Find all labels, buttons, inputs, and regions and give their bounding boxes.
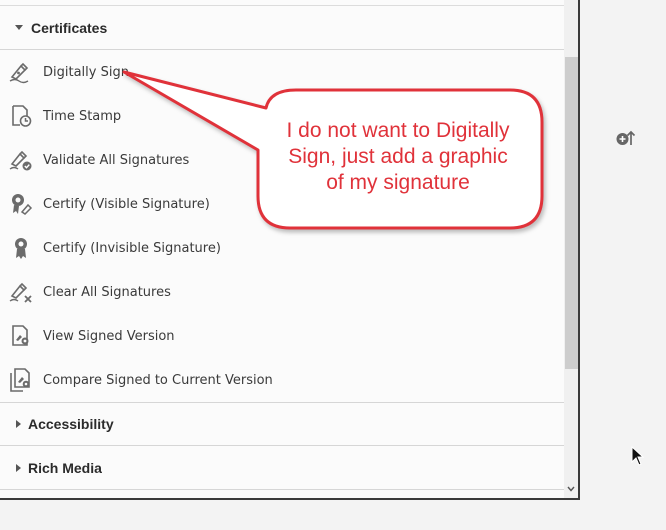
tool-view-signed-version[interactable]: View Signed Version (0, 314, 564, 358)
documents-compare-icon (8, 367, 34, 393)
callout-line: I do not want to Digitally (286, 119, 510, 142)
section-header-accessibility[interactable]: Accessibility (0, 402, 564, 446)
tool-label: Time Stamp (43, 108, 122, 124)
add-tool-icon[interactable] (615, 127, 637, 149)
callout-text: I do not want to Digitally Sign, just ad… (268, 118, 528, 196)
section-label-certificates: Certificates (31, 19, 108, 36)
vertical-scrollbar[interactable] (564, 0, 578, 498)
tool-label: Digitally Sign (43, 64, 129, 80)
caret-right-icon (16, 420, 21, 428)
scrollbar-thumb[interactable] (565, 57, 578, 369)
section-label-accessibility: Accessibility (28, 416, 114, 432)
tool-label: Compare Signed to Current Version (43, 372, 273, 388)
document-clock-icon (8, 103, 34, 129)
scroll-down-arrow-icon[interactable] (567, 485, 575, 493)
tool-label: Certify (Invisible Signature) (43, 240, 221, 256)
section-header-rich-media[interactable]: Rich Media (0, 446, 564, 490)
caret-right-icon (16, 463, 21, 472)
tool-compare-signed[interactable]: Compare Signed to Current Version (0, 358, 564, 402)
pen-sign-icon (8, 59, 34, 85)
tool-label: Certify (Visible Signature) (43, 196, 210, 212)
tool-certify-invisible[interactable]: Certify (Invisible Signature) (0, 226, 564, 270)
ribbon-pen-icon (8, 191, 34, 217)
section-header-certificates[interactable]: Certificates (0, 6, 564, 50)
section-label-rich-media: Rich Media (28, 459, 102, 476)
pen-clear-icon (8, 279, 34, 305)
tools-panel: Certificates Digitally Sign Time Stamp V… (0, 0, 580, 500)
ribbon-icon (8, 235, 34, 261)
callout-line: of my signature (326, 171, 470, 194)
callout-line: Sign, just add a graphic (288, 145, 508, 168)
tool-digitally-sign[interactable]: Digitally Sign (0, 50, 564, 94)
mouse-cursor-icon (631, 446, 645, 466)
document-signed-icon (8, 323, 34, 349)
certificates-tool-list: Digitally Sign Time Stamp Validate All S… (0, 50, 564, 402)
tool-clear-all-signatures[interactable]: Clear All Signatures (0, 270, 564, 314)
pen-check-icon (8, 147, 34, 173)
tool-label: View Signed Version (43, 328, 175, 344)
tool-label: Clear All Signatures (43, 284, 171, 300)
caret-down-icon (15, 25, 23, 30)
tool-label: Validate All Signatures (43, 152, 190, 168)
